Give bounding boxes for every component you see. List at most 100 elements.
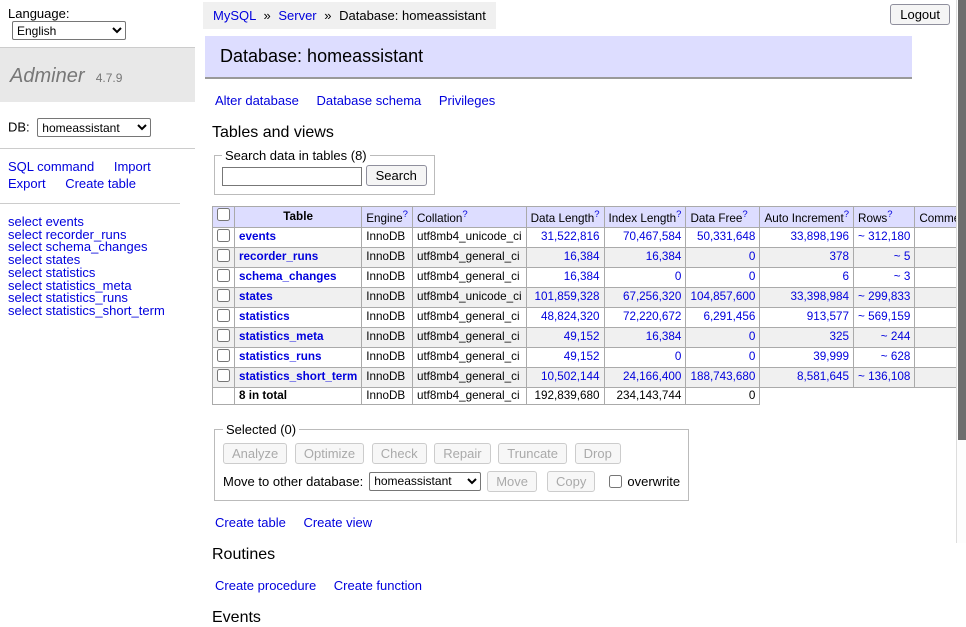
search-input[interactable] — [222, 167, 362, 186]
row-checkbox[interactable] — [217, 269, 230, 282]
analyze-button[interactable]: Analyze — [223, 443, 287, 464]
auto-increment-cell[interactable]: 325 — [760, 327, 854, 347]
auto-increment-cell[interactable]: 913,577 — [760, 307, 854, 327]
drop-button[interactable]: Drop — [575, 443, 621, 464]
table-name-link[interactable]: statistics_meta — [239, 330, 323, 343]
data-free-cell[interactable]: 0 — [686, 247, 760, 267]
copy-button[interactable]: Copy — [547, 471, 595, 492]
truncate-button[interactable]: Truncate — [498, 443, 567, 464]
import-link[interactable]: Import — [114, 159, 151, 174]
row-checkbox[interactable] — [217, 249, 230, 262]
rows-count-cell[interactable]: ~ 312,180 — [854, 227, 915, 247]
index-length-cell[interactable]: 24,166,400 — [604, 367, 686, 387]
row-checkbox[interactable] — [217, 289, 230, 302]
app-version[interactable]: 4.7.9 — [96, 71, 123, 85]
auto-increment-cell[interactable]: 6 — [760, 267, 854, 287]
scrollbar[interactable] — [956, 0, 966, 543]
check-button[interactable]: Check — [372, 443, 427, 464]
data-free-cell[interactable]: 104,857,600 — [686, 287, 760, 307]
data-length-cell[interactable]: 31,522,816 — [526, 227, 604, 247]
data-length-cell[interactable]: 10,502,144 — [526, 367, 604, 387]
table-name-link[interactable]: statistics — [239, 310, 290, 323]
move-button[interactable]: Move — [487, 471, 537, 492]
table-name-link[interactable]: schema_changes — [239, 270, 336, 283]
move-label: Move to other database: — [223, 474, 363, 489]
engine-help-link[interactable]: ? — [403, 209, 408, 220]
auto-increment-cell[interactable]: 33,898,196 — [760, 227, 854, 247]
table-name-link[interactable]: events — [239, 230, 276, 243]
breadcrumb-server-link[interactable]: Server — [278, 8, 316, 23]
create-view-link[interactable]: Create view — [303, 515, 372, 530]
auto-increment-cell[interactable]: 39,999 — [760, 347, 854, 367]
alter-database-link[interactable]: Alter database — [215, 93, 299, 108]
index-length-cell[interactable]: 0 — [604, 347, 686, 367]
row-checkbox[interactable] — [217, 369, 230, 382]
rows-count-cell[interactable]: ~ 299,833 — [854, 287, 915, 307]
index-length-cell[interactable]: 16,384 — [604, 327, 686, 347]
row-checkbox[interactable] — [217, 349, 230, 362]
collation-help-link[interactable]: ? — [462, 209, 467, 220]
index-length-cell[interactable]: 70,467,584 — [604, 227, 686, 247]
data-length-cell[interactable]: 49,152 — [526, 327, 604, 347]
data-free-help-link[interactable]: ? — [742, 209, 747, 220]
auto-increment-cell[interactable]: 8,581,645 — [760, 367, 854, 387]
index-length-cell[interactable]: 72,220,672 — [604, 307, 686, 327]
sidebar-item-select-statistics-short-term[interactable]: select statistics_short_term — [8, 305, 187, 318]
privileges-link[interactable]: Privileges — [439, 93, 495, 108]
table-row: recorder_runs InnoDB utf8mb4_general_ci … — [213, 247, 966, 267]
page-title: Database: homeassistant — [205, 36, 912, 79]
db-select[interactable]: homeassistant — [37, 118, 151, 137]
rows-count-cell[interactable]: ~ 244 — [854, 327, 915, 347]
data-length-help-link[interactable]: ? — [594, 209, 599, 220]
table-name-link[interactable]: recorder_runs — [239, 250, 318, 263]
data-free-cell[interactable]: 6,291,456 — [686, 307, 760, 327]
index-length-cell[interactable]: 0 — [604, 267, 686, 287]
index-length-cell[interactable]: 16,384 — [604, 247, 686, 267]
rows-count-cell[interactable]: ~ 3 — [854, 267, 915, 287]
export-link[interactable]: Export — [8, 176, 46, 191]
index-length-cell[interactable]: 67,256,320 — [604, 287, 686, 307]
language-label: Language: — [8, 6, 69, 21]
row-checkbox[interactable] — [217, 329, 230, 342]
repair-button[interactable]: Repair — [434, 443, 490, 464]
data-free-cell[interactable]: 0 — [686, 347, 760, 367]
table-name-link[interactable]: statistics_short_term — [239, 370, 357, 383]
move-database-select[interactable]: homeassistant — [369, 472, 481, 491]
search-button[interactable]: Search — [366, 165, 427, 186]
table-name-link[interactable]: states — [239, 290, 273, 303]
data-free-cell[interactable]: 0 — [686, 267, 760, 287]
data-length-cell[interactable]: 49,152 — [526, 347, 604, 367]
row-checkbox[interactable] — [217, 229, 230, 242]
create-table-link-main[interactable]: Create table — [215, 515, 286, 530]
table-name-link[interactable]: statistics_runs — [239, 350, 322, 363]
data-free-cell[interactable]: 188,743,680 — [686, 367, 760, 387]
auto-increment-cell[interactable]: 33,398,984 — [760, 287, 854, 307]
auto-increment-cell[interactable]: 378 — [760, 247, 854, 267]
database-schema-link[interactable]: Database schema — [316, 93, 421, 108]
scrollbar-thumb[interactable] — [958, 0, 966, 440]
select-all-checkbox[interactable] — [217, 208, 230, 221]
sql-command-link[interactable]: SQL command — [8, 159, 94, 174]
breadcrumb-mysql-link[interactable]: MySQL — [213, 8, 256, 23]
data-length-cell[interactable]: 101,859,328 — [526, 287, 604, 307]
rows-count-cell[interactable]: ~ 569,159 — [854, 307, 915, 327]
data-length-cell[interactable]: 48,824,320 — [526, 307, 604, 327]
col-header-data-free: Data Free? — [686, 207, 760, 228]
row-checkbox[interactable] — [217, 309, 230, 322]
data-length-cell[interactable]: 16,384 — [526, 267, 604, 287]
language-select[interactable]: English — [12, 21, 126, 40]
create-table-link[interactable]: Create table — [65, 176, 136, 191]
index-length-help-link[interactable]: ? — [676, 209, 681, 220]
rows-count-cell[interactable]: ~ 136,108 — [854, 367, 915, 387]
rows-help-link[interactable]: ? — [887, 209, 892, 220]
overwrite-checkbox[interactable] — [609, 475, 622, 488]
auto-increment-help-link[interactable]: ? — [844, 209, 849, 220]
data-free-cell[interactable]: 0 — [686, 327, 760, 347]
create-function-link[interactable]: Create function — [334, 578, 422, 593]
create-procedure-link[interactable]: Create procedure — [215, 578, 316, 593]
rows-count-cell[interactable]: ~ 628 — [854, 347, 915, 367]
rows-count-cell[interactable]: ~ 5 — [854, 247, 915, 267]
data-length-cell[interactable]: 16,384 — [526, 247, 604, 267]
data-free-cell[interactable]: 50,331,648 — [686, 227, 760, 247]
optimize-button[interactable]: Optimize — [295, 443, 364, 464]
